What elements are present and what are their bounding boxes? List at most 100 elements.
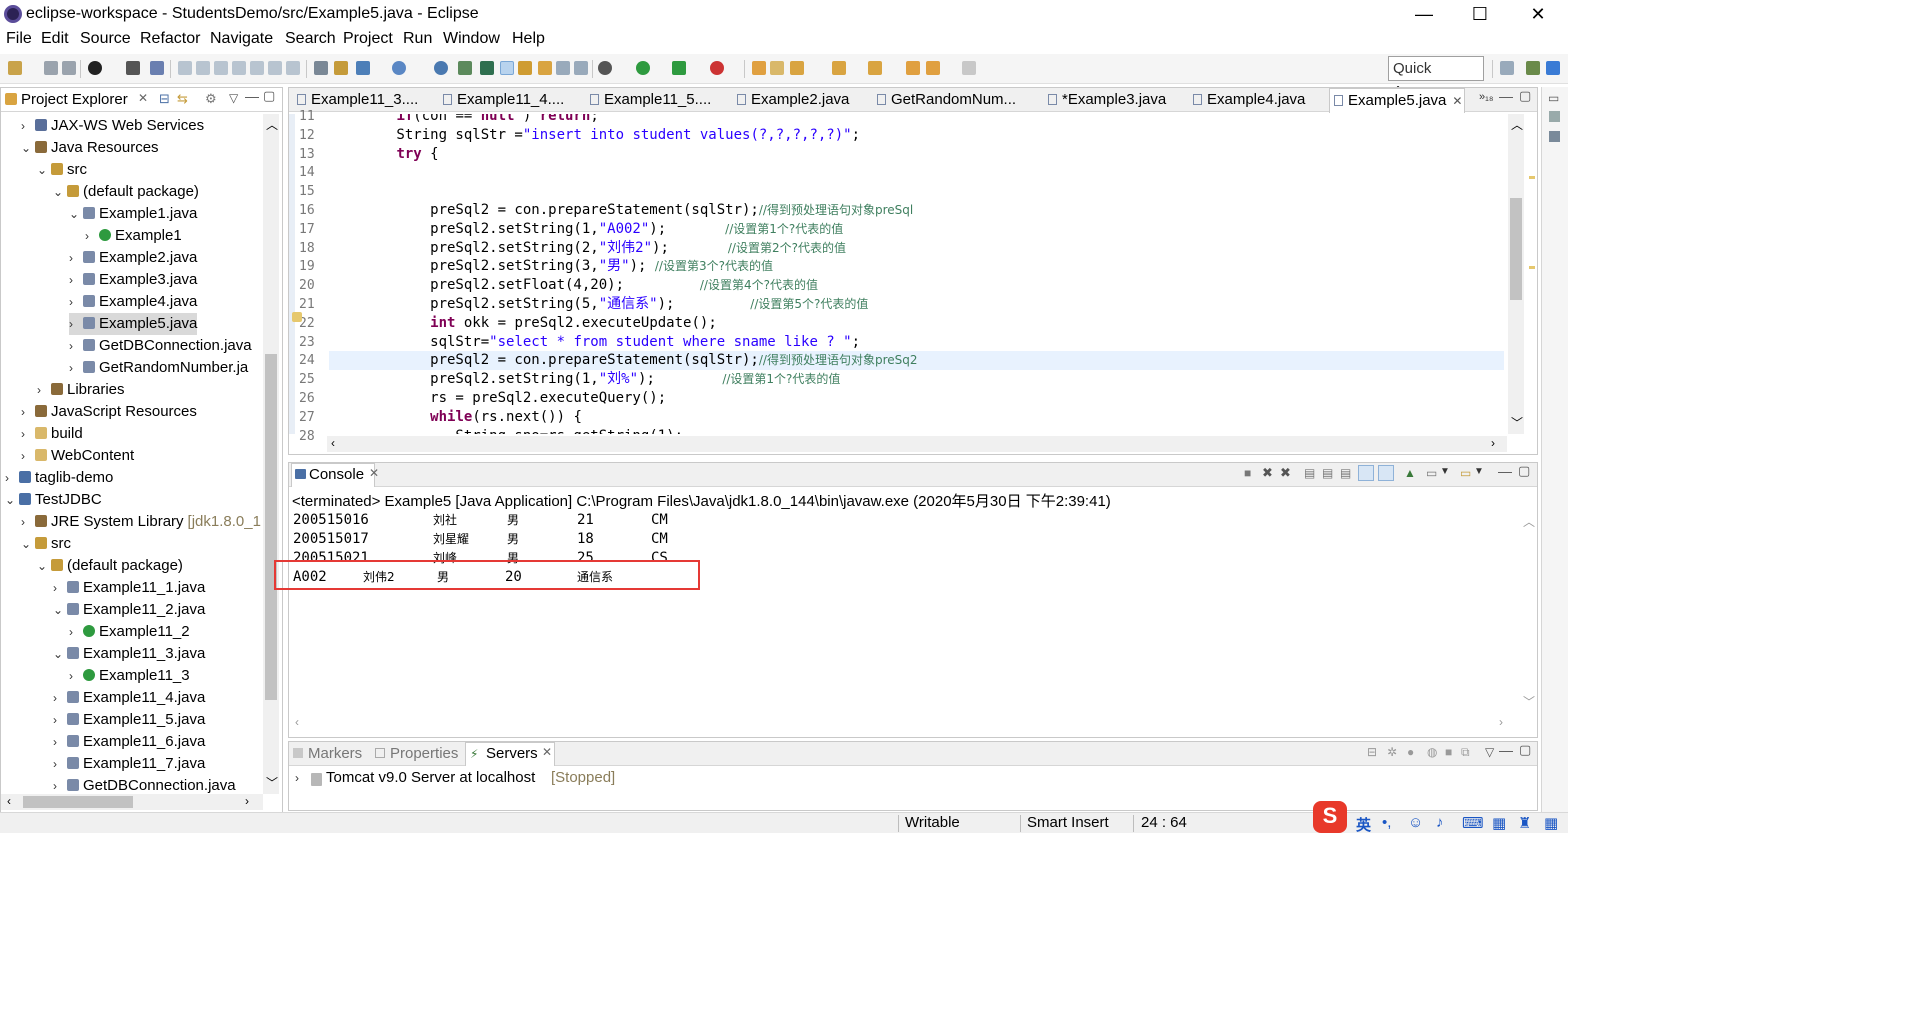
new-package-icon[interactable] (392, 61, 406, 75)
collapsed-chevron-icon[interactable]: › (53, 775, 67, 794)
collapsed-chevron-icon[interactable]: › (85, 225, 99, 247)
debug-server-icon[interactable]: ✲ (1387, 745, 1397, 759)
sogou-ime-logo-icon[interactable]: S (1313, 801, 1347, 833)
editor-tab[interactable]: GetRandomNum... (873, 88, 1044, 112)
minimize-button[interactable]: — (1400, 0, 1448, 28)
code-line[interactable] (329, 182, 1504, 201)
tree-item[interactable]: › JRE System Library [jdk1.8.0_1 (21, 511, 261, 533)
pin-console-icon[interactable]: ▲ (1404, 466, 1416, 480)
expand-server-chevron[interactable]: › (295, 771, 299, 785)
editor-tabs-overflow[interactable]: »₁₈ (1479, 91, 1493, 103)
tree-item[interactable]: ⌄ Example11_2.java (53, 599, 205, 621)
collapsed-chevron-icon[interactable]: › (69, 291, 83, 313)
tree-item[interactable]: › Example11_7.java (53, 753, 205, 775)
code-line[interactable]: String sno=rs.getString(1); (329, 427, 1504, 434)
tree-item[interactable]: › Example1 (85, 225, 182, 247)
globe-icon[interactable] (434, 61, 448, 75)
tree-item[interactable]: › GetDBConnection.java (53, 775, 236, 794)
tree-item[interactable]: ⌄ (default package) (37, 555, 183, 577)
console-tab-label[interactable]: Console (309, 466, 364, 483)
resume-icon[interactable] (178, 61, 192, 75)
remove-launch-icon[interactable]: ✖ (1262, 465, 1273, 481)
maximize-view-icon[interactable]: ▢ (263, 88, 275, 104)
collapsed-chevron-icon[interactable]: › (69, 621, 83, 643)
menu-search[interactable]: Search (285, 30, 336, 48)
collapse-all-icon[interactable]: ⊟ (159, 91, 170, 107)
edit-icon[interactable] (518, 61, 532, 75)
step-into-icon[interactable] (250, 61, 264, 75)
editor-scroll-thumb[interactable] (1510, 198, 1522, 300)
coverage-icon[interactable] (672, 61, 686, 75)
tree-item[interactable]: › Libraries (37, 379, 125, 401)
publish-icon[interactable]: ⧉ (1461, 745, 1470, 760)
collapsed-chevron-icon[interactable]: › (53, 687, 67, 709)
expanded-chevron-icon[interactable]: ⌄ (21, 533, 35, 555)
terminal-icon[interactable] (126, 61, 140, 75)
outline-icon[interactable] (1549, 111, 1560, 122)
tree-item[interactable]: › Example11_3 (69, 665, 190, 687)
collapsed-chevron-icon[interactable]: › (53, 731, 67, 753)
tree-item[interactable]: › JAX-WS Web Services (21, 115, 204, 137)
maximize-button[interactable]: ☐ (1456, 0, 1504, 28)
expanded-chevron-icon[interactable]: ⌄ (21, 137, 35, 159)
minimize-servers-icon[interactable]: — (1499, 742, 1513, 758)
search-tool-icon[interactable] (458, 61, 472, 75)
expanded-chevron-icon[interactable]: ⌄ (69, 203, 83, 225)
menu-source[interactable]: Source (80, 30, 131, 48)
collapsed-chevron-icon[interactable]: › (21, 445, 35, 467)
tree-item[interactable]: › WebContent (21, 445, 134, 467)
menu-edit[interactable]: Edit (41, 30, 69, 48)
close-console-icon[interactable]: ✕ (369, 466, 379, 480)
ime-menu-icon[interactable]: ▦ (1544, 814, 1558, 832)
editor-tab[interactable]: Example4.java (1189, 88, 1329, 112)
minimize-view-icon[interactable]: — (245, 88, 259, 104)
annotation-icon[interactable] (790, 61, 804, 75)
open-project-icon[interactable] (752, 61, 766, 75)
scroll-down-icon[interactable]: ﹀ (1523, 693, 1535, 710)
tree-item[interactable]: ⌄ Example11_3.java (53, 643, 205, 665)
console-output[interactable]: 200515016 刘社男 21 CM 200515017 刘星耀男 18 CM 2005150… (289, 511, 1519, 711)
close-tab-icon[interactable]: ✕ (1452, 94, 1462, 108)
collapsed-chevron-icon[interactable]: › (21, 423, 35, 445)
code-line[interactable]: preSql2.setString(2,"刘伟2"); //设置第2个?代表的值 (329, 239, 1504, 258)
chevron-down-icon[interactable]: ▽ (229, 91, 238, 105)
expanded-chevron-icon[interactable]: ⌄ (5, 489, 19, 511)
ime-keyboard-icon[interactable]: ⌨ (1462, 814, 1484, 832)
profile-server-icon[interactable]: ◍ (1427, 745, 1437, 759)
collapsed-chevron-icon[interactable]: › (69, 269, 83, 291)
start-server-icon[interactable]: ● (1407, 745, 1414, 759)
editor-vertical-scrollbar[interactable]: ︿ ﹀ (1508, 114, 1524, 434)
expanded-chevron-icon[interactable]: ⌄ (53, 181, 67, 203)
pin-icon[interactable] (480, 61, 494, 75)
quick-access-input[interactable]: Quick Access (1388, 56, 1484, 100)
collapsed-chevron-icon[interactable]: › (21, 115, 35, 137)
scroll-down-icon[interactable]: ﹀ (1511, 414, 1523, 431)
terminate-console-icon[interactable]: ■ (1244, 466, 1251, 480)
tree-item[interactable]: ⌄ src (37, 159, 87, 181)
tab-servers-label[interactable]: Servers (486, 745, 538, 762)
collapsed-chevron-icon[interactable]: › (21, 511, 35, 533)
explorer-horizontal-scrollbar[interactable]: ‹ › (1, 794, 263, 810)
scroll-up-icon[interactable]: ︿ (266, 116, 278, 133)
tree-item[interactable]: ⌄ TestJDBC (5, 489, 102, 511)
warning-marker-icon[interactable] (292, 312, 302, 322)
scroll-down-icon[interactable]: ﹀ (266, 774, 278, 791)
open-console-icon[interactable]: ▭ (1460, 466, 1471, 480)
code-line[interactable]: preSql2.setFloat(4,20); //设置第4个?代表的值 (329, 276, 1504, 295)
editor-tab[interactable]: Example11_4.... (439, 88, 586, 112)
tree-item[interactable]: › Example11_4.java (53, 687, 205, 709)
debug-icon[interactable] (598, 61, 612, 75)
collapsed-chevron-icon[interactable]: › (53, 709, 67, 731)
step-return-icon[interactable] (286, 61, 300, 75)
build-icon[interactable] (334, 61, 348, 75)
new-icon[interactable] (8, 61, 22, 75)
console-horizontal-scrollbar[interactable]: ‹ › (289, 715, 1519, 731)
code-line[interactable]: try { (329, 145, 1504, 164)
code-line[interactable]: if(con == null ) return; (329, 114, 1504, 126)
code-line[interactable]: while(rs.next()) { (329, 408, 1504, 427)
menu-window[interactable]: Window (443, 30, 500, 48)
editor-tab[interactable]: *Example3.java (1044, 88, 1189, 112)
editor-tab[interactable]: Example11_5.... (586, 88, 733, 112)
back-icon[interactable] (926, 61, 940, 75)
profile-icon[interactable] (88, 61, 102, 75)
